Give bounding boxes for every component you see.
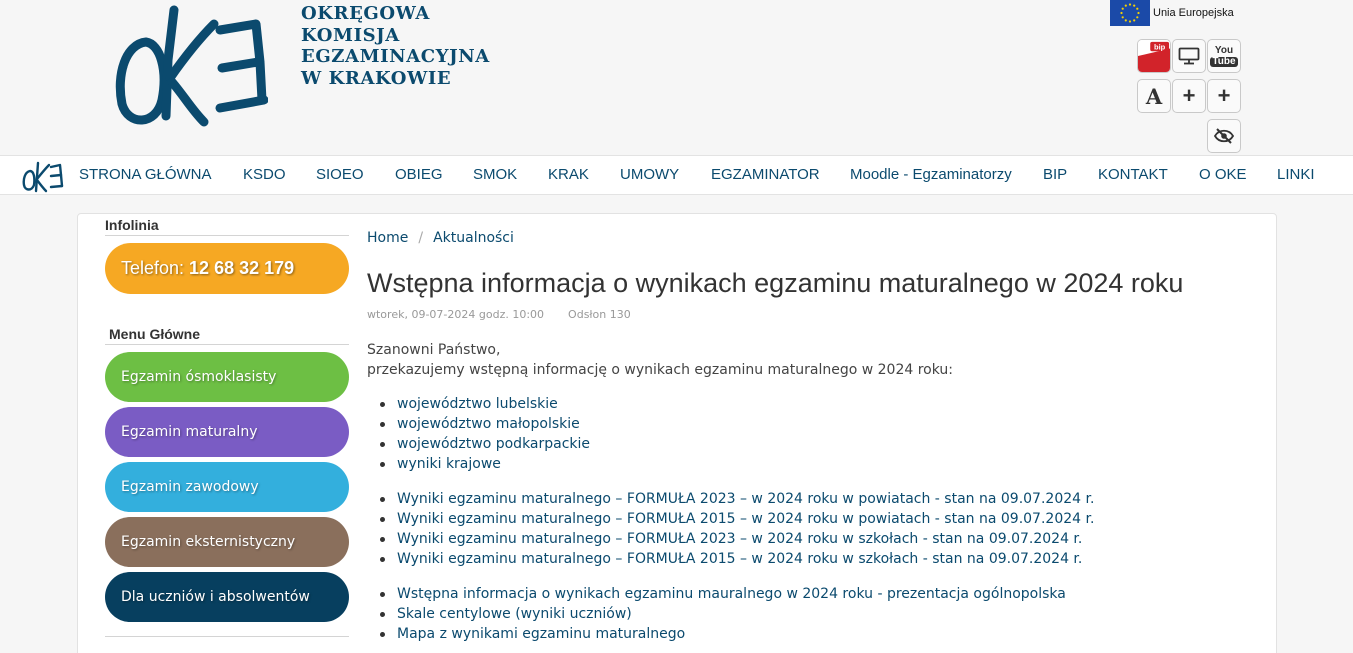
results-list: Wyniki egzaminu maturalnego – FORMUŁA 20… xyxy=(379,489,1094,569)
breadcrumb-separator: / xyxy=(418,230,424,246)
article-meta: wtorek, 09-07-2024 godz. 10:00 Odsłon 130 xyxy=(367,308,631,321)
divider xyxy=(105,636,349,637)
breadcrumb-current[interactable]: Aktualności xyxy=(433,230,514,246)
intro-greeting: Szanowni Państwo, xyxy=(367,342,501,358)
article-title: Wstępna informacja o wynikach egzaminu m… xyxy=(367,268,1184,298)
org-line: KOMISJA xyxy=(301,24,400,46)
region-list: województwo lubelskie województwo małopo… xyxy=(379,394,590,474)
eu-flag-icon xyxy=(1110,0,1150,26)
nav-item-kontakt[interactable]: KONTAKT xyxy=(1098,156,1168,194)
menu-egzamin-zawodowy[interactable]: Egzamin zawodowy xyxy=(105,462,349,512)
font-icon: A xyxy=(1145,83,1163,109)
contrast-view-button[interactable] xyxy=(1172,39,1206,73)
list-item-link[interactable]: województwo lubelskie xyxy=(379,394,590,414)
bip-button[interactable]: bip xyxy=(1137,39,1171,73)
phone-number: 12 68 32 179 xyxy=(189,258,295,278)
list-item-link[interactable]: Skale centylowe (wyniki uczniów) xyxy=(380,604,1066,624)
list-item-link[interactable]: Wstępna informacja o wynikach egzaminu m… xyxy=(380,584,1066,604)
list-item-link[interactable]: Wyniki egzaminu maturalnego – FORMUŁA 20… xyxy=(379,549,1094,569)
youtube-icon-top: You xyxy=(1214,44,1234,56)
nav-item-linki[interactable]: LINKI xyxy=(1277,156,1315,194)
bip-icon: bip xyxy=(1138,40,1170,72)
nav-item-smok[interactable]: SMOK xyxy=(473,156,517,194)
font-increase-button[interactable]: + xyxy=(1172,79,1206,113)
org-line: OKRĘGOWA xyxy=(301,3,430,24)
nav-item-ksdo[interactable]: KSDO xyxy=(243,156,286,194)
list-item-link[interactable]: województwo małopolskie xyxy=(379,414,590,434)
menu-heading: Menu Główne xyxy=(109,326,200,342)
monitor-icon xyxy=(1178,47,1200,65)
menu-egzamin-eksternistyczny[interactable]: Egzamin eksternistyczny xyxy=(105,517,349,567)
article-date: wtorek, 09-07-2024 godz. 10:00 xyxy=(367,308,545,321)
nav-item-moodle[interactable]: Moodle - Egzaminatorzy xyxy=(850,156,1012,194)
list-item-link[interactable]: wyniki krajowe xyxy=(379,454,590,474)
phone-hotline[interactable]: Telefon: 12 68 32 179 xyxy=(105,243,349,294)
menu-dla-uczniow[interactable]: Dla uczniów i absolwentów xyxy=(105,572,349,622)
plus-icon: + xyxy=(1217,83,1231,108)
oke-small-logo-icon[interactable] xyxy=(22,159,64,193)
list-item-link[interactable]: województwo podkarpackie xyxy=(379,434,590,454)
nav-item-obieg[interactable]: OBIEG xyxy=(395,156,443,194)
org-line: EGZAMINACYJNA xyxy=(301,46,490,67)
nav-item-sioeo[interactable]: SIOEO xyxy=(316,156,364,194)
hide-images-button[interactable] xyxy=(1207,119,1241,153)
org-line: W KRAKOWIE xyxy=(301,67,452,89)
resources-list: Wstępna informacja o wynikach egzaminu m… xyxy=(380,584,1066,644)
divider xyxy=(105,235,349,236)
eu-badge[interactable]: Unia Europejska xyxy=(1110,0,1234,26)
eye-slash-icon xyxy=(1213,128,1235,144)
nav-item-o-oke[interactable]: O OKE xyxy=(1199,156,1247,194)
list-item-link[interactable]: Wyniki egzaminu maturalnego – FORMUŁA 20… xyxy=(379,489,1094,509)
main-navigation: STRONA GŁÓWNA KSDO SIOEO OBIEG SMOK KRAK… xyxy=(0,155,1353,195)
list-item-link[interactable]: Mapa z wynikami egzaminu maturalnego xyxy=(380,624,1066,644)
bip-label: bip xyxy=(1154,42,1166,51)
youtube-button[interactable]: You Tube xyxy=(1207,39,1241,73)
breadcrumb-home[interactable]: Home xyxy=(367,230,408,246)
divider xyxy=(105,344,349,345)
nav-item-bip[interactable]: BIP xyxy=(1043,156,1067,194)
menu-egzamin-osmoklasisty[interactable]: Egzamin ósmoklasisty xyxy=(105,352,349,402)
infolinia-heading: Infolinia xyxy=(105,217,159,233)
intro-text: przekazujemy wstępną informację o wynika… xyxy=(367,362,953,378)
breadcrumb: Home / Aktualności xyxy=(367,230,514,246)
eu-label: Unia Europejska xyxy=(1153,7,1234,19)
phone-prefix: Telefon: xyxy=(121,258,190,278)
plus-icon: + xyxy=(1182,83,1196,108)
font-increase-more-button[interactable]: + xyxy=(1207,79,1241,113)
nav-item-umowy[interactable]: UMOWY xyxy=(620,156,679,194)
list-item-link[interactable]: Wyniki egzaminu maturalnego – FORMUŁA 20… xyxy=(379,509,1094,529)
youtube-icon-bottom: Tube xyxy=(1210,55,1238,67)
oke-logo-icon[interactable] xyxy=(108,4,268,130)
organization-name[interactable]: OKRĘGOWA KOMISJA EGZAMINACYJNA W KRAKOWI… xyxy=(301,3,490,89)
article-intro: Szanowni Państwo, przekazujemy wstępną i… xyxy=(367,340,953,380)
menu-egzamin-maturalny[interactable]: Egzamin maturalny xyxy=(105,407,349,457)
nav-item-strona-glowna[interactable]: STRONA GŁÓWNA xyxy=(79,156,212,194)
nav-item-krak[interactable]: KRAK xyxy=(548,156,589,194)
site-header: OKRĘGOWA KOMISJA EGZAMINACYJNA W KRAKOWI… xyxy=(0,0,1353,155)
list-item-link[interactable]: Wyniki egzaminu maturalnego – FORMUŁA 20… xyxy=(379,529,1094,549)
article-views: Odsłon 130 xyxy=(568,308,631,321)
font-reset-button[interactable]: A xyxy=(1137,79,1171,113)
nav-item-egzaminator[interactable]: EGZAMINATOR xyxy=(711,156,820,194)
